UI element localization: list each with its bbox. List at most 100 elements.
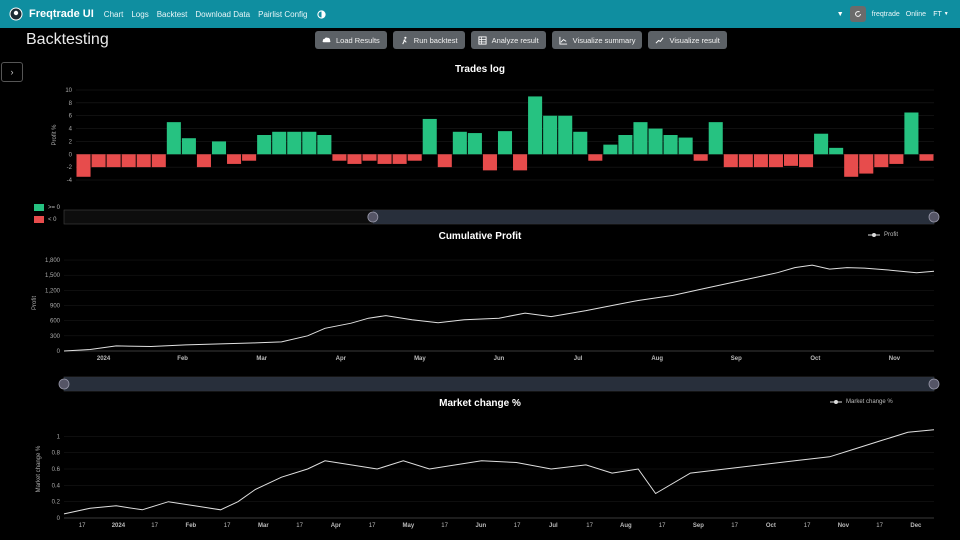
freqtrade-logo-icon[interactable]: [9, 7, 23, 21]
trade-bar: [603, 144, 618, 155]
legend-line-icon: [868, 233, 880, 237]
nav-link-pairlist-config[interactable]: Pairlist Config: [258, 10, 307, 19]
trade-bar: [889, 154, 904, 164]
user-avatar[interactable]: FT ▼: [932, 7, 950, 21]
x-tick-label: Jun: [476, 523, 487, 529]
trade-bar: [272, 131, 287, 155]
x-tick-label: 17: [224, 523, 231, 529]
trade-bar: [723, 154, 738, 168]
bot-name: freqtrade: [871, 10, 900, 18]
x-tick-label: Dec: [910, 523, 922, 529]
trades-legend-positive[interactable]: >= 0: [34, 204, 60, 211]
connection-status: Online: [905, 10, 926, 18]
legend-positive-swatch: [34, 204, 44, 211]
y-tick-label: -2: [67, 165, 73, 171]
y-tick-label: 0: [69, 152, 73, 158]
x-tick-label: Sep: [693, 523, 704, 529]
trade-bar: [768, 154, 783, 168]
avatar-chevron-icon: ▼: [943, 11, 949, 17]
legend-positive-label: >= 0: [48, 204, 61, 211]
load-results-button[interactable]: Load Results: [315, 31, 387, 49]
x-tick-label: 17: [79, 523, 86, 529]
trade-bar: [663, 135, 678, 155]
zoom-window: [372, 210, 935, 224]
trade-bar: [91, 154, 106, 168]
run-icon: [402, 36, 407, 44]
nav-link-backtest[interactable]: Backtest: [157, 10, 188, 19]
trade-bar: [573, 131, 588, 155]
x-tick-label: Jul: [549, 523, 558, 529]
trade-bar: [407, 154, 422, 161]
trade-bar: [332, 154, 347, 161]
y-tick-label: 1,500: [45, 273, 61, 279]
trade-bar: [919, 154, 934, 161]
cumulative-legend[interactable]: Profit: [868, 232, 898, 238]
market-change-chart: 0 0.2 0.4 0.6 0.8 1 Market change % 17 2024 17 Feb…: [36, 429, 935, 529]
trade-bar: [753, 154, 768, 168]
trade-bar: [859, 154, 874, 174]
legend-line-icon: [830, 400, 842, 404]
y-tick-label: 2: [69, 139, 73, 145]
trade-bar: [528, 96, 543, 155]
x-tick-label: 17: [296, 523, 303, 529]
x-tick-label: Nov: [889, 356, 901, 362]
y-axis-label: Profit %: [52, 124, 58, 146]
table-icon: [478, 35, 487, 45]
avatar-initials: FT: [933, 10, 942, 18]
analyze-result-button[interactable]: Analyze result: [470, 31, 546, 49]
zoom-handle-left: [58, 378, 70, 390]
y-tick-label: 600: [50, 319, 61, 325]
trade-bar: [151, 154, 166, 168]
visualize-result-button[interactable]: Visualize result: [648, 31, 727, 49]
nav-link-download-data[interactable]: Download Data: [195, 10, 250, 19]
y-tick-label: 1,800: [45, 258, 61, 264]
x-tick-label: 2024: [97, 356, 111, 362]
x-tick-label: 17: [659, 523, 666, 529]
y-tick-label: 300: [50, 334, 61, 340]
visualize-summary-button[interactable]: Visualize summary: [551, 31, 643, 49]
x-tick-label: 2024: [112, 523, 126, 529]
trade-bar: [708, 122, 723, 155]
trade-bar: [738, 154, 753, 168]
brand-title[interactable]: Freqtrade UI: [29, 8, 94, 20]
charts-canvas: -4-20246810Profit % 03006009001,2001,500…: [32, 88, 940, 529]
x-tick-label: Feb: [177, 356, 188, 362]
trade-bar: [693, 154, 708, 161]
y-axis-label: Profit: [32, 296, 38, 310]
bot-select-chevron-icon[interactable]: ▼: [837, 11, 844, 18]
trade-bar: [347, 154, 362, 164]
run-backtest-button[interactable]: Run backtest: [392, 31, 465, 49]
trades-zoom-slider: [63, 209, 940, 225]
y-tick-label: 4: [69, 127, 73, 133]
cumulative-profit-title: Cumulative Profit: [438, 231, 522, 242]
x-tick-label: Mar: [258, 523, 269, 529]
trades-legend-negative[interactable]: < 0: [34, 216, 57, 223]
nav-link-logs[interactable]: Logs: [131, 10, 148, 19]
x-tick-label: May: [414, 356, 426, 362]
x-tick-label: Apr: [331, 523, 342, 529]
trade-bar: [618, 135, 633, 155]
trade-bar: [543, 115, 558, 155]
y-tick-label: 1,200: [45, 288, 61, 294]
theme-toggle-icon[interactable]: [317, 9, 327, 19]
nav-link-chart[interactable]: Chart: [104, 10, 124, 19]
x-tick-label: Sep: [731, 356, 742, 362]
market-legend[interactable]: Market change %: [830, 399, 893, 405]
refresh-button[interactable]: [849, 6, 866, 22]
trade-bar: [136, 154, 151, 168]
x-tick-label: Aug: [620, 523, 632, 529]
x-tick-label: 17: [876, 523, 883, 529]
visualize-summary-label: Visualize summary: [572, 35, 636, 45]
x-tick-label: 17: [804, 523, 811, 529]
trade-bar: [362, 154, 377, 161]
trade-bar: [317, 135, 332, 155]
zoom-track: [63, 376, 935, 392]
market-change-title: Market change %: [439, 398, 521, 409]
x-tick-label: Feb: [186, 523, 197, 529]
trade-bar: [377, 154, 392, 164]
cumulative-legend-label: Profit: [884, 232, 899, 238]
visualize-result-label: Visualize result: [669, 35, 720, 45]
x-tick-label: 17: [514, 523, 521, 529]
trade-bar: [558, 115, 573, 155]
trade-bar: [513, 154, 528, 171]
